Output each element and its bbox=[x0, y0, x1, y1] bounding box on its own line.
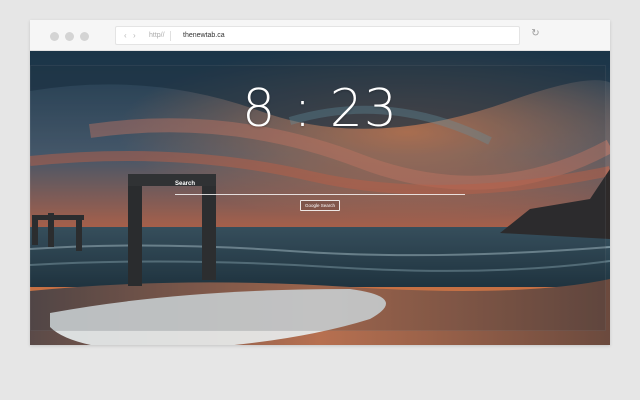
address-bar[interactable]: ‹ › http// thenewtab.ca bbox=[115, 26, 520, 45]
browser-window: ‹ › http// thenewtab.ca ↻ 8: 23 Search … bbox=[30, 20, 610, 345]
new-tab-page: 8 : 23 Search Google Search bbox=[30, 51, 610, 345]
window-minimize-dot[interactable] bbox=[65, 32, 74, 41]
clock-display: 8 : 23 bbox=[242, 79, 398, 139]
browser-toolbar: ‹ › http// thenewtab.ca ↻ bbox=[30, 20, 610, 51]
chevron-right-icon[interactable]: › bbox=[133, 31, 136, 41]
google-search-button[interactable]: Google Search bbox=[300, 200, 340, 211]
url-host: thenewtab.ca bbox=[183, 32, 225, 39]
reload-icon[interactable]: ↻ bbox=[530, 28, 541, 39]
url-protocol: http// bbox=[149, 32, 165, 39]
search-label: Search bbox=[175, 181, 196, 187]
window-maximize-dot[interactable] bbox=[80, 32, 89, 41]
chevron-left-icon[interactable]: ‹ bbox=[124, 31, 127, 41]
address-divider bbox=[170, 31, 171, 41]
window-close-dot[interactable] bbox=[50, 32, 59, 41]
search-input[interactable] bbox=[175, 191, 465, 195]
